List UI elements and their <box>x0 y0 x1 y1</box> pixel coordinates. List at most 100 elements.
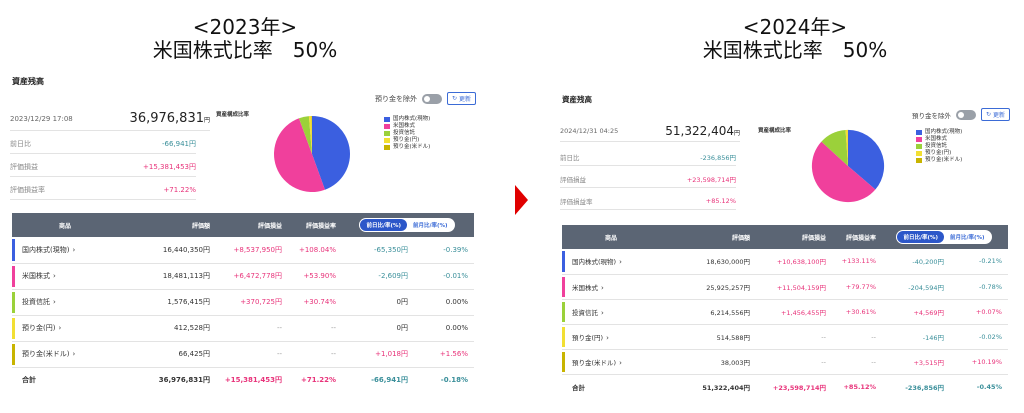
table-row[interactable]: 国内株式(現物) › 18,630,000円 +10,638,100円 +133.11%… <box>562 249 1008 275</box>
tab-monthly[interactable]: 前月比/率(%) <box>407 219 454 231</box>
table-row[interactable]: 預り金(円) › 514,588円 -- -- -146円 -0.02% <box>562 324 1008 350</box>
legend-item: 預り金(円) <box>916 150 962 157</box>
table-row[interactable]: 預り金(米ドル) › 66,425円 -- -- +1,018円 +1.56% <box>12 341 474 368</box>
table-row[interactable]: 投資信託 › 1,576,415円 +370,725円 +30.74% 0円 0.00% <box>12 289 474 316</box>
summary-rate-row: 評価損益率 +71.22% <box>10 181 196 200</box>
cell-daily-rate: -0.01% <box>414 263 474 290</box>
refresh-button[interactable]: ↻ 更新 <box>980 108 1010 121</box>
total-amount: 36,976,831円 <box>129 111 210 126</box>
cell-daily-diff: +3,515円 <box>882 349 950 375</box>
table-row[interactable]: 預り金(円) › 412,528円 -- -- 0円 0.00% <box>12 315 474 342</box>
legend-label: 預り金(円) <box>925 150 952 156</box>
cell-value: 6,214,556円 <box>666 299 756 325</box>
cell-daily-diff: -146円 <box>882 324 950 350</box>
heading-year: <2023年> <box>192 15 298 39</box>
heading-year: <2024年> <box>742 15 848 39</box>
cell-gain: -- <box>216 315 288 342</box>
tab-daily[interactable]: 前日比/率(%) <box>897 231 944 243</box>
row-name-link[interactable]: 投資信託 › <box>562 299 666 325</box>
legend-swatch <box>384 131 390 136</box>
row-name-link[interactable]: 預り金(円) › <box>12 315 124 342</box>
pie-title: 資産構成比率 <box>758 128 792 134</box>
cell-value: 25,925,257円 <box>666 274 756 300</box>
summary-gain-row: 評価損益 +15,381,453円 <box>10 158 196 177</box>
total-gain: +15,381,453円 <box>224 376 282 385</box>
cell-value: 18,481,113円 <box>124 263 216 290</box>
summary-prev-row: 前日比 -236,856円 <box>560 148 736 166</box>
cell-daily-diff: -65,350円 <box>342 237 414 264</box>
cell-rate: +133.11% <box>832 249 882 275</box>
legend-item: 国内株式(現物) <box>384 116 430 123</box>
cell-daily-diff: -40,200円 <box>882 249 950 275</box>
row-name-link[interactable]: 預り金(米ドル) › <box>12 341 124 368</box>
legend-label: 投資信託 <box>393 130 416 136</box>
refresh-icon: ↻ <box>452 95 458 102</box>
header-value: 評価額 <box>124 213 216 237</box>
legend-item: 投資信託 <box>916 143 962 150</box>
row-name-link[interactable]: 国内株式(現物) › <box>12 237 124 264</box>
legend-label: 国内株式(現物) <box>925 129 963 135</box>
legend-item: 預り金(米ドル) <box>384 144 430 151</box>
legend-label: 預り金(円) <box>393 137 420 143</box>
row-name-link[interactable]: 米国株式 › <box>12 263 124 290</box>
prev-diff: -66,941円 <box>161 140 196 148</box>
exclude-deposit-toggle[interactable] <box>955 109 976 120</box>
legend-swatch <box>916 137 922 142</box>
summary-gain-row: 評価損益 +23,598,714円 <box>560 170 736 188</box>
panel-title: 資産残高 <box>562 95 592 104</box>
summary-total-row: 2024/12/31 04:25 51,322,404円 <box>560 120 740 142</box>
row-name-link[interactable]: 預り金(円) › <box>562 324 666 350</box>
legend-swatch <box>384 138 390 143</box>
legend-item: 米国株式 <box>384 123 430 130</box>
table-row[interactable]: 米国株式 › 25,925,257円 +11,504,159円 +79.77% -204,… <box>562 274 1008 300</box>
table-row[interactable]: 預り金(米ドル) › 38,003円 -- -- +3,515円 +10.19% <box>562 349 1008 375</box>
refresh-button[interactable]: ↻ 更新 <box>447 92 477 105</box>
legend-label: 国内株式(現物) <box>393 116 431 122</box>
cell-daily-diff: 0円 <box>342 315 414 342</box>
table-row[interactable]: 投資信託 › 6,214,556円 +1,456,455円 +30.61% +4,569円… <box>562 299 1008 325</box>
tab-daily[interactable]: 前日比/率(%) <box>360 219 407 231</box>
chevron-right-icon: › <box>601 308 604 317</box>
table-header-row: 商品 評価額 評価損益 評価損益率 前日比/率(%) 前月比/率(%) <box>562 225 1008 249</box>
cell-daily-rate: +10.19% <box>950 349 1008 375</box>
cell-rate: -- <box>832 349 882 375</box>
cell-rate: +108.04% <box>288 237 342 264</box>
legend-item: 米国株式 <box>916 136 962 143</box>
cell-value: 66,425円 <box>124 341 216 368</box>
summary-rate-row: 評価損益率 +85.12% <box>560 192 736 210</box>
cell-gain: +11,504,159円 <box>756 274 832 300</box>
table-row[interactable]: 国内株式(現物) › 16,440,350円 +8,537,950円 +108.04% -… <box>12 237 474 264</box>
legend-swatch <box>384 145 390 150</box>
chevron-right-icon: › <box>601 283 604 292</box>
exclude-deposit-toggle[interactable] <box>422 93 442 104</box>
cell-gain: -- <box>756 324 832 350</box>
tab-monthly[interactable]: 前月比/率(%) <box>944 231 991 243</box>
legend-item: 預り金(円) <box>384 137 430 144</box>
cell-gain: +10,638,100円 <box>756 249 832 275</box>
cell-daily-rate: +0.07% <box>950 299 1008 325</box>
row-name-link[interactable]: 国内株式(現物) › <box>562 249 666 275</box>
table-row[interactable]: 米国株式 › 18,481,113円 +6,472,778円 +53.90% -2,609… <box>12 263 474 290</box>
cell-daily-rate: +1.56% <box>414 341 474 368</box>
heading-2024: <2024年> 米国株式比率 50% <box>670 16 920 62</box>
total-amount: 51,322,404円 <box>665 123 740 138</box>
legend-swatch <box>916 151 922 156</box>
cell-rate: -- <box>288 341 342 368</box>
cell-gain: +8,537,950円 <box>216 237 288 264</box>
total-dr: -0.45% <box>976 382 1002 391</box>
row-name-link[interactable]: 米国株式 › <box>562 274 666 300</box>
heading-ratio: 米国株式比率 50% <box>152 38 338 62</box>
chevron-right-icon: › <box>606 333 609 342</box>
cell-daily-rate: -0.78% <box>950 274 1008 300</box>
total-row: 合計 36,976,831円 +15,381,453円 +71.22% -66,941円… <box>12 367 474 393</box>
legend-swatch <box>916 144 922 149</box>
row-name-link[interactable]: 投資信託 › <box>12 289 124 316</box>
header-name: 商品 <box>562 225 666 249</box>
row-name-link[interactable]: 預り金(米ドル) › <box>562 349 666 375</box>
total-gain: +23,598,714円 <box>772 383 826 392</box>
summary-total-row: 2023/12/29 17:08 36,976,831円 <box>10 107 210 131</box>
legend-label: 預り金(米ドル) <box>925 157 963 163</box>
toggle-label: 預り金を除外 <box>912 111 951 120</box>
allocation-pie-chart <box>273 116 350 193</box>
cell-value: 18,630,000円 <box>666 249 756 275</box>
